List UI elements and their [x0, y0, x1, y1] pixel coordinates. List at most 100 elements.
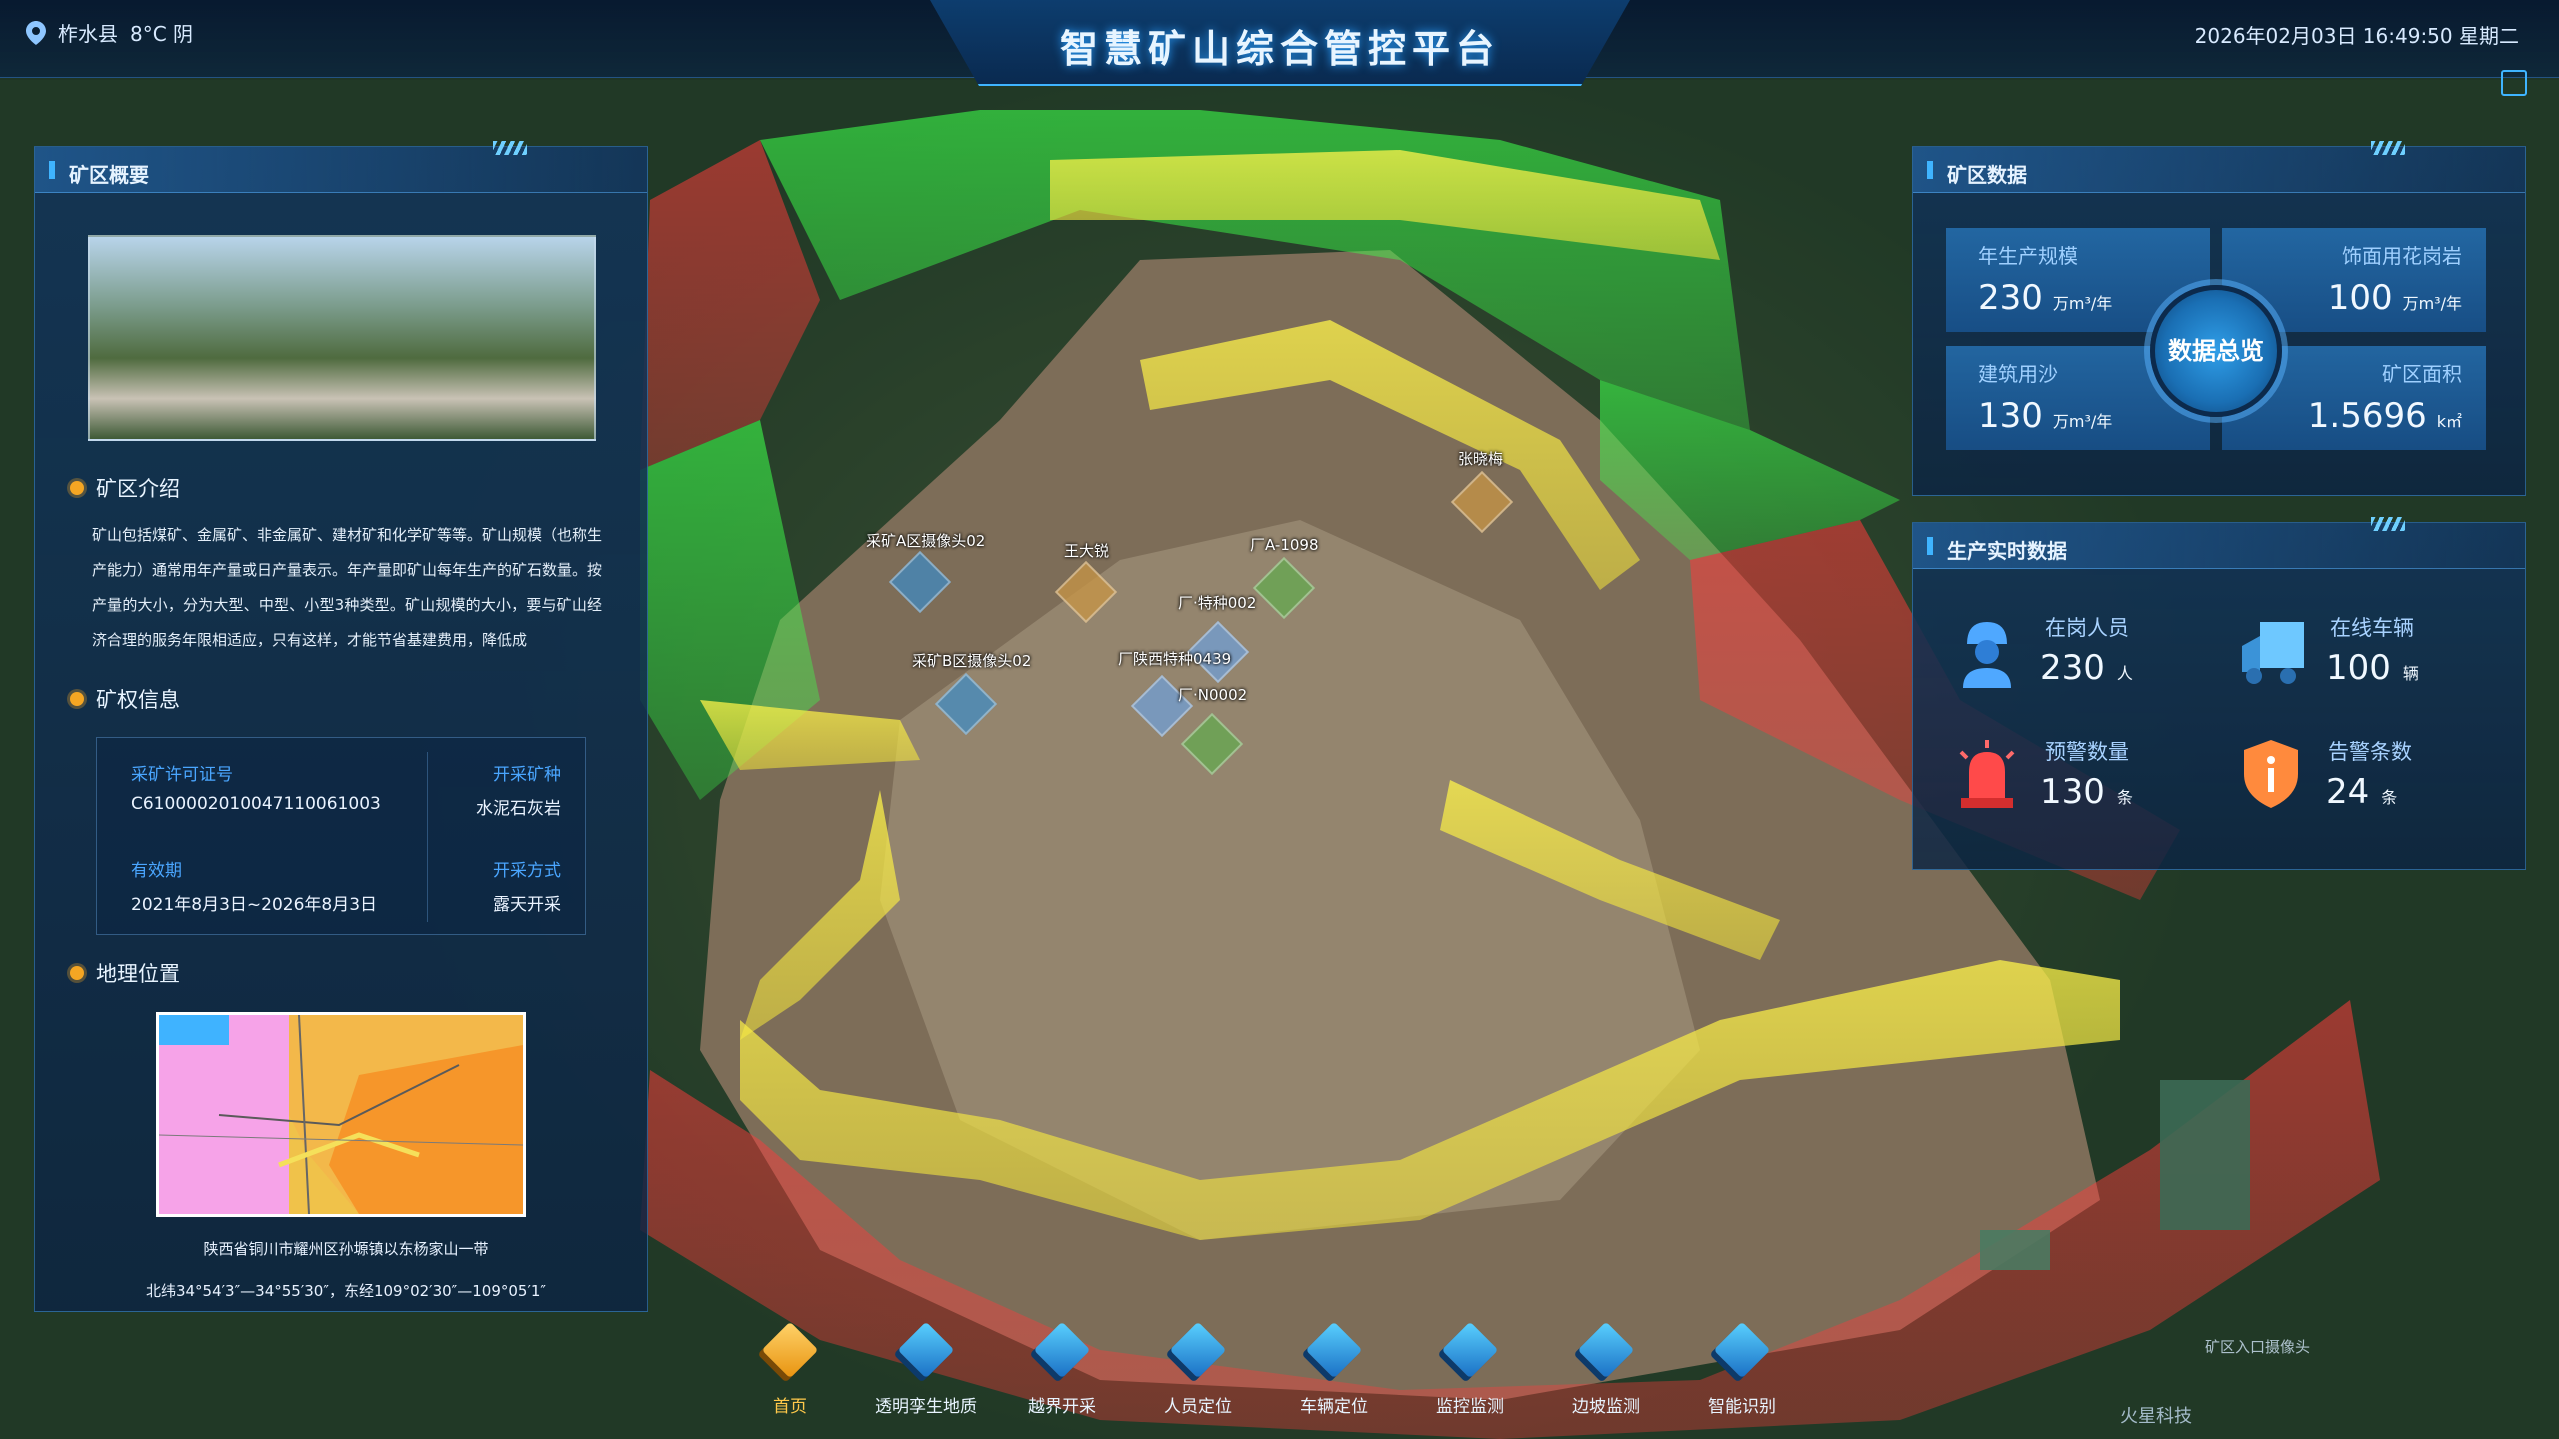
nav-personnel[interactable]: 人员定位: [1138, 1321, 1258, 1417]
realtime-number: 130: [2040, 772, 2105, 812]
stat-value: 100 万m³/年: [2328, 278, 2462, 318]
validity-label: 有效期: [131, 861, 182, 881]
stat-number: 130: [1978, 396, 2043, 436]
home-icon: [761, 1321, 819, 1379]
header-accent: [49, 161, 55, 179]
realtime-number: 230: [2040, 648, 2105, 688]
stat-number: 1.5696: [2307, 396, 2427, 436]
datetime: 2026年02月03日 16:49:50 星期二: [2194, 24, 2519, 48]
stat-unit: 万m³/年: [2052, 294, 2113, 313]
section-heading: 矿权信息: [96, 688, 180, 712]
mine-intro-text: 矿山包括煤矿、金属矿、非金属矿、建材矿和化学矿等等。矿山规模（也称生产能力）通常…: [92, 526, 603, 649]
rights-info-box: 采矿许可证号 C6100002010047110061003 开采矿种 水泥石灰…: [96, 737, 586, 935]
marker-label: 厂A-1098: [1250, 536, 1319, 554]
license-label: 采矿许可证号: [131, 765, 233, 785]
location-pin-icon: [26, 20, 46, 45]
header-accent: [1927, 161, 1933, 179]
panel-title: 矿区数据: [1947, 163, 2027, 187]
realtime-value: 24 条: [2326, 772, 2397, 812]
alarm-light-icon: [1959, 740, 2015, 808]
marker-label: 厂·特种002: [1178, 594, 1257, 612]
stat-value: 1.5696 k㎡: [2308, 396, 2462, 436]
marker-label: 张晓梅: [1458, 450, 1504, 468]
stat-number: 230: [1978, 278, 2043, 318]
location-coords: 北纬34°54′3″—34°55′30″，东经109°02′30″—109°05…: [145, 1282, 547, 1300]
page-title: 智慧矿山综合管控平台: [1059, 27, 1500, 71]
decor-stripes: [493, 141, 527, 155]
nav-vehicle[interactable]: 车辆定位: [1274, 1321, 1394, 1417]
bullet-icon: [70, 692, 84, 706]
section-rights-title: 矿权信息: [70, 684, 180, 714]
realtime-label: 在线车辆: [2330, 616, 2414, 640]
panel-title: 矿区概要: [69, 163, 149, 187]
panel-header: 矿区概要: [35, 141, 647, 193]
nav-label: 车辆定位: [1300, 1397, 1368, 1417]
monitor-icon: [1441, 1321, 1499, 1379]
section-heading: 矿区介绍: [96, 477, 180, 501]
realtime-number: 24: [2326, 772, 2370, 812]
nav-label: 越界开采: [1028, 1397, 1096, 1417]
marker-label: 采矿B区摄像头02: [912, 652, 1032, 670]
data-overview-button[interactable]: 数据总览: [2150, 285, 2282, 417]
bottom-nav: 首页 透明孪生地质 越界开采 人员定位 车辆定位 监控监测 边坡监测 智能识别: [730, 1321, 1830, 1430]
layers-icon: [897, 1321, 955, 1379]
nav-label: 首页: [773, 1397, 807, 1417]
nav-label: 智能识别: [1708, 1397, 1776, 1417]
realtime-panel: 生产实时数据: [1912, 517, 2526, 870]
building: [1980, 1230, 2050, 1270]
nav-monitoring[interactable]: 监控监测: [1410, 1321, 1530, 1417]
mine-photo: [88, 235, 596, 441]
panel-header: 生产实时数据: [1913, 517, 2525, 569]
validity-value: 2021年8月3日~2026年8月3日: [131, 895, 378, 915]
building: [2160, 1080, 2250, 1230]
realtime-unit: 条: [2381, 788, 2398, 807]
vehicle-icon: [1305, 1321, 1363, 1379]
section-heading: 地理位置: [96, 962, 180, 986]
mineral-value: 水泥石灰岩: [476, 799, 561, 819]
stat-unit: k㎡: [2436, 412, 2462, 431]
nav-label: 透明孪生地质: [875, 1397, 977, 1417]
stat-label: 矿区面积: [2382, 362, 2462, 386]
license-value: C6100002010047110061003: [131, 794, 381, 814]
stat-value: 230 万m³/年: [1978, 278, 2112, 318]
bullet-icon: [70, 966, 84, 980]
nav-overmining[interactable]: 越界开采: [1002, 1321, 1122, 1417]
realtime-unit: 条: [2116, 788, 2133, 807]
panel-title: 生产实时数据: [1947, 539, 2067, 563]
map-graphic: [159, 1015, 523, 1214]
stat-label: 年生产规模: [1978, 244, 2078, 268]
nav-label: 监控监测: [1436, 1397, 1504, 1417]
realtime-unit: 人: [2116, 664, 2133, 683]
entrance-camera-label[interactable]: 矿区入口摄像头: [2205, 1336, 2310, 1357]
boundary-icon: [1033, 1321, 1091, 1379]
bullet-icon: [70, 481, 84, 495]
nav-geology[interactable]: 透明孪生地质: [866, 1321, 986, 1417]
panel-header: 矿区数据: [1913, 141, 2525, 193]
nav-label: 边坡监测: [1572, 1397, 1640, 1417]
section-location-title: 地理位置: [70, 958, 180, 988]
nav-slope[interactable]: 边坡监测: [1546, 1321, 1666, 1417]
stat-unit: 万m³/年: [2052, 412, 2113, 431]
realtime-number: 100: [2326, 648, 2391, 688]
nav-recognition[interactable]: 智能识别: [1682, 1321, 1802, 1417]
header-accent: [1927, 537, 1933, 555]
marker-label: 王大锐: [1064, 542, 1110, 560]
decor-stripes: [2371, 517, 2405, 531]
mineral-label: 开采矿种: [493, 765, 561, 785]
nav-home[interactable]: 首页: [730, 1321, 850, 1417]
location-map[interactable]: [156, 1012, 526, 1217]
stat-label: 建筑用沙: [1978, 362, 2058, 386]
screen: { "header": { "title": "智慧矿山综合管控平台", "lo…: [0, 0, 2559, 1439]
stat-unit: 万m³/年: [2402, 294, 2462, 313]
marker-label: 厂·N0002: [1178, 686, 1248, 704]
method-value: 露天开采: [493, 895, 561, 915]
truck-icon: [2242, 622, 2304, 684]
realtime-value: 130 条: [2040, 772, 2133, 812]
people-icon: [1169, 1321, 1227, 1379]
title-frame: 智慧矿山综合管控平台: [930, 0, 1630, 86]
realtime-unit: 辆: [2402, 664, 2419, 683]
realtime-label: 在岗人员: [2045, 616, 2129, 640]
realtime-value: 230 人: [2040, 648, 2133, 688]
fullscreen-icon[interactable]: [2501, 70, 2527, 96]
decor-stripes: [2371, 141, 2405, 155]
